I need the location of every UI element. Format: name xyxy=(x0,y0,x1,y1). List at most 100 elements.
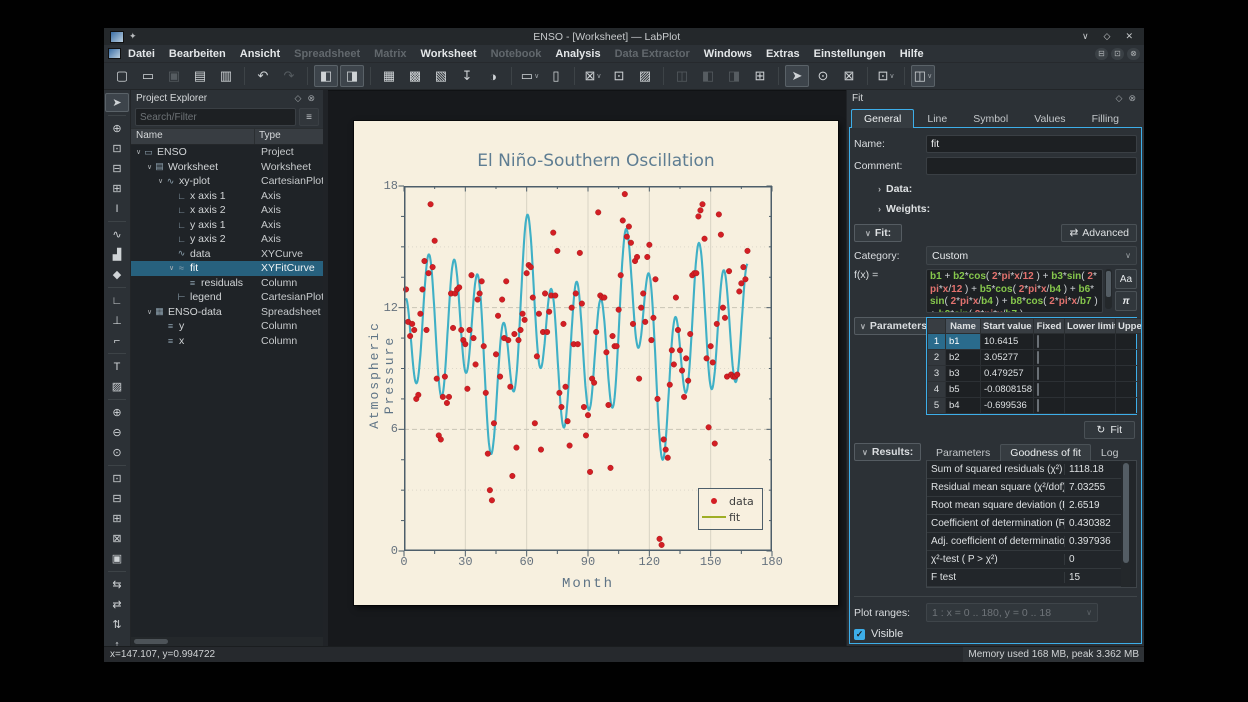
data-point[interactable] xyxy=(622,191,628,197)
data-point[interactable] xyxy=(469,272,475,278)
formula-editor[interactable]: b1 + b2*cos( 2*pi*x/12 ) + b3*sin( 2*pi*… xyxy=(926,269,1103,313)
fixed-checkbox[interactable] xyxy=(1037,351,1039,364)
x-axis-label[interactable]: Month xyxy=(488,576,688,592)
fit-all-button[interactable]: ▣ xyxy=(105,549,129,568)
data-point[interactable] xyxy=(667,382,673,388)
data-point[interactable] xyxy=(626,224,632,230)
data-point[interactable] xyxy=(442,374,448,380)
data-point[interactable] xyxy=(665,455,671,461)
select-cursor-button[interactable]: ➤ xyxy=(105,93,129,112)
menu-hilfe[interactable]: Hilfe xyxy=(893,47,931,61)
data-point[interactable] xyxy=(557,390,563,396)
fit-section-toggle[interactable]: ∨Fit: xyxy=(854,224,902,242)
data-point[interactable] xyxy=(520,311,526,317)
data-point[interactable] xyxy=(418,311,424,317)
menu-worksheet[interactable]: Worksheet xyxy=(414,47,484,61)
data-point[interactable] xyxy=(720,305,726,311)
data-point[interactable] xyxy=(487,487,493,493)
data-point[interactable] xyxy=(634,254,640,260)
data-point[interactable] xyxy=(685,378,691,384)
minimize-button[interactable]: ∨ xyxy=(1077,31,1094,42)
results-tab-goodness-of-fit[interactable]: Goodness of fit xyxy=(1000,444,1091,461)
navigate-mode-button[interactable]: ⊙ xyxy=(811,65,835,87)
param-col-header-upper-limit[interactable]: Upper limit xyxy=(1116,319,1143,334)
data-point[interactable] xyxy=(505,337,511,343)
data-point[interactable] xyxy=(681,394,687,400)
data-point[interactable] xyxy=(585,412,591,418)
data-point[interactable] xyxy=(736,289,742,295)
data-point[interactable] xyxy=(649,337,655,343)
data-point[interactable] xyxy=(463,341,469,347)
fixed-checkbox[interactable] xyxy=(1037,383,1039,396)
tree-item-fit[interactable]: ∨≈fitXYFitCurve xyxy=(131,261,323,276)
insert-constant-button[interactable]: π xyxy=(1115,291,1137,311)
add-xy-curve-button[interactable]: ∿ xyxy=(105,225,129,244)
add-image-button[interactable]: ▨ xyxy=(105,377,129,396)
advanced-button[interactable]: ⇄Advanced xyxy=(1061,224,1137,242)
param-lower-limit-cell[interactable] xyxy=(1065,350,1116,366)
param-upper-limit-cell[interactable] xyxy=(1116,350,1143,366)
data-point[interactable] xyxy=(679,368,685,374)
add-histogram-button[interactable]: ▟ xyxy=(105,245,129,264)
worksheet-page[interactable]: El Niño-Southern Oscillation Atmospheric… xyxy=(354,121,838,605)
data-point[interactable] xyxy=(444,400,450,406)
data-point[interactable] xyxy=(593,329,599,335)
fixed-checkbox[interactable] xyxy=(1037,367,1039,380)
data-point[interactable] xyxy=(642,319,648,325)
data-point[interactable] xyxy=(522,317,528,323)
data-point[interactable] xyxy=(698,208,704,214)
data-point[interactable] xyxy=(687,331,693,337)
data-point[interactable] xyxy=(561,321,567,327)
data-point[interactable] xyxy=(471,335,477,341)
data-point[interactable] xyxy=(430,264,436,270)
zoom-in-button[interactable]: ⊕ xyxy=(105,403,129,422)
data-point[interactable] xyxy=(587,469,593,475)
mdi-close-button[interactable]: ⊗ xyxy=(1127,48,1140,60)
data-point[interactable] xyxy=(628,240,634,246)
fit-curve[interactable] xyxy=(406,215,748,460)
param-upper-limit-cell[interactable] xyxy=(1116,334,1143,350)
data-point[interactable] xyxy=(653,276,659,282)
param-start-value-cell[interactable]: 10.6415 xyxy=(981,334,1034,350)
export-worksheet-button[interactable]: ▨ xyxy=(633,65,657,87)
data-point[interactable] xyxy=(618,272,624,278)
data-section-toggle[interactable]: ›Data: xyxy=(878,183,1137,195)
data-point[interactable] xyxy=(532,420,538,426)
data-point[interactable] xyxy=(465,386,471,392)
param-name-cell[interactable]: b5 xyxy=(946,382,981,398)
tree-item-x-axis-2[interactable]: ∟x axis 2Axis xyxy=(131,203,323,218)
new-notebook-button[interactable]: ▯ xyxy=(544,65,568,87)
data-point[interactable] xyxy=(479,279,485,285)
tree-item-y-axis-1[interactable]: ∟y axis 1Axis xyxy=(131,218,323,233)
menu-extras[interactable]: Extras xyxy=(759,47,807,61)
goodness-row[interactable]: χ²-test ( P > χ²)0 xyxy=(927,551,1121,569)
add-axis-button[interactable]: ∟ xyxy=(105,291,129,310)
data-point[interactable] xyxy=(663,447,669,453)
menu-einstellungen[interactable]: Einstellungen xyxy=(807,47,893,61)
menu-datei[interactable]: Datei xyxy=(121,47,162,61)
data-point[interactable] xyxy=(683,356,689,362)
data-point[interactable] xyxy=(700,201,706,207)
data-point[interactable] xyxy=(475,297,481,303)
data-point[interactable] xyxy=(710,360,716,366)
data-point[interactable] xyxy=(602,295,608,301)
data-point[interactable] xyxy=(706,425,712,431)
data-point[interactable] xyxy=(610,333,616,339)
data-point[interactable] xyxy=(467,327,473,333)
menu-analysis[interactable]: Analysis xyxy=(548,47,607,61)
param-lower-limit-cell[interactable] xyxy=(1065,366,1116,382)
goodness-row[interactable]: Root mean square deviation (RMSD, SD)2.6… xyxy=(927,497,1121,515)
data-point[interactable] xyxy=(696,214,702,220)
param-lower-limit-cell[interactable] xyxy=(1065,398,1116,414)
horizontal-scrollbar[interactable] xyxy=(131,637,323,646)
table-row[interactable]: 1b110.6415 xyxy=(928,334,1143,350)
data-point[interactable] xyxy=(716,212,722,218)
shift-left-x-button[interactable]: ⇆ xyxy=(105,575,129,594)
param-fixed-cell[interactable] xyxy=(1034,382,1065,398)
tree-item-x[interactable]: ≡xColumn xyxy=(131,334,323,349)
data-point[interactable] xyxy=(722,315,728,321)
new-spreadsheet-button[interactable]: ▦ xyxy=(377,65,401,87)
weights-section-toggle[interactable]: ›Weights: xyxy=(878,203,1137,215)
data-point[interactable] xyxy=(575,341,581,347)
tab-symbol[interactable]: Symbol xyxy=(960,109,1021,128)
